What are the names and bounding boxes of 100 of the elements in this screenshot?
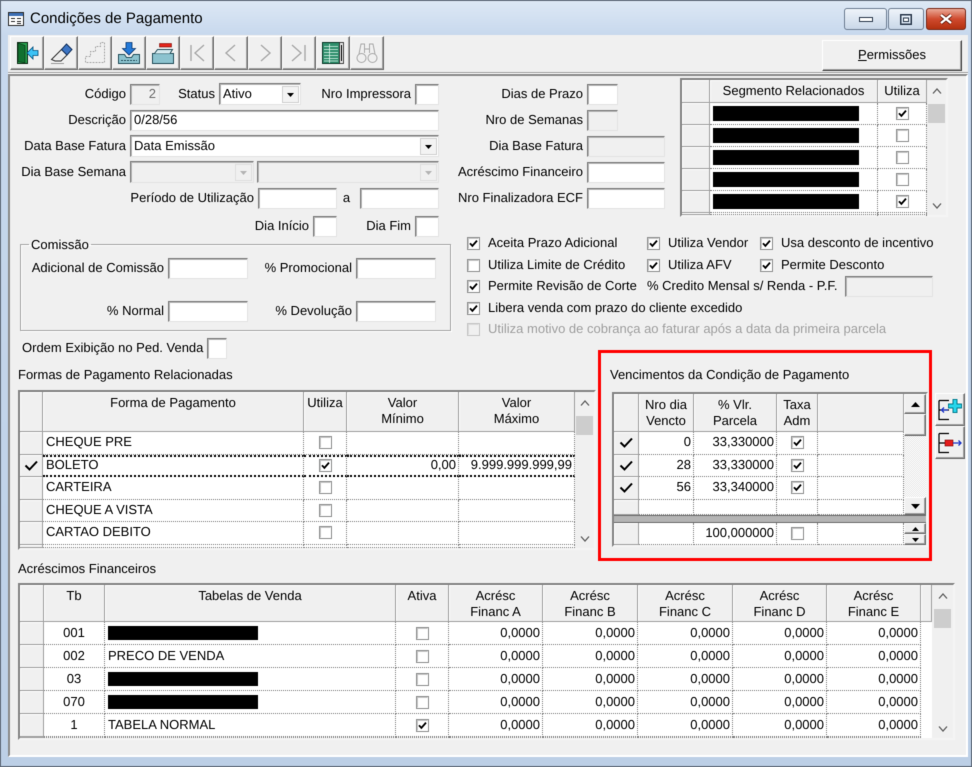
checkbox[interactable]	[318, 504, 332, 517]
column-header: Utiliza	[304, 392, 347, 432]
text-field[interactable]	[587, 188, 665, 208]
scrollbar-thumb[interactable]	[576, 416, 593, 435]
scrollbar[interactable]	[927, 80, 946, 215]
toolbar-button[interactable]	[10, 36, 44, 70]
text-field[interactable]	[356, 258, 436, 279]
checkbox[interactable]	[318, 526, 332, 540]
checkbox[interactable]	[896, 173, 908, 186]
dropdown[interactable]: Ativo	[219, 83, 301, 105]
checkbox[interactable]	[760, 237, 773, 250]
text-field[interactable]	[168, 258, 248, 279]
column-header: Segmento Relacionados	[710, 80, 878, 103]
checkbox[interactable]	[790, 458, 804, 472]
toolbar-button[interactable]	[146, 36, 180, 70]
checkbox[interactable]	[416, 718, 428, 732]
scrollbar[interactable]	[575, 392, 594, 548]
eraser-icon	[49, 41, 73, 65]
minimize-icon	[858, 16, 872, 22]
table-cell: 0,0000	[543, 645, 638, 668]
checkbox[interactable]	[647, 258, 660, 272]
scrollbar[interactable]	[904, 394, 926, 515]
close-icon	[939, 13, 953, 25]
minimize-button[interactable]	[844, 8, 887, 30]
checkbox[interactable]	[416, 626, 428, 640]
text-field[interactable]	[587, 162, 665, 182]
table-cell: 0,0000	[827, 622, 921, 645]
text-field[interactable]	[207, 338, 228, 358]
field-label: Dia Base Semana	[20, 164, 126, 180]
table-cell: 1	[44, 714, 105, 737]
checkbox[interactable]	[467, 237, 480, 250]
scroll-up-button[interactable]	[904, 394, 926, 414]
toolbar-button[interactable]	[316, 36, 350, 70]
dropdown[interactable]: Data Emissão	[130, 135, 439, 157]
checkbox[interactable]	[318, 481, 332, 494]
text-field[interactable]	[360, 188, 439, 208]
column-header	[921, 585, 932, 622]
table-cell: 03	[44, 668, 105, 691]
text-field[interactable]	[415, 216, 439, 236]
checkbox[interactable]	[647, 237, 660, 250]
checkbox[interactable]	[896, 195, 908, 208]
scrollbar[interactable]	[932, 585, 953, 738]
table-cell: 0,0000	[827, 668, 921, 691]
text-field[interactable]	[313, 216, 337, 236]
checkbox[interactable]	[416, 650, 428, 662]
checkbox[interactable]	[416, 696, 428, 708]
maximize-button[interactable]	[888, 8, 924, 30]
table-cell: 0,0000	[638, 622, 733, 645]
checkbox[interactable]	[760, 258, 773, 272]
toolbar-button[interactable]	[44, 36, 78, 70]
text-field[interactable]: 0/28/56	[130, 110, 439, 130]
remove-row-button[interactable]	[935, 426, 965, 459]
checkbox[interactable]	[416, 672, 428, 686]
scroll-down-button[interactable]	[904, 497, 926, 515]
checkbox[interactable]	[790, 436, 804, 450]
table-cell: 0,0000	[449, 714, 543, 737]
field-label: % Promocional	[264, 261, 352, 276]
form-window-icon	[8, 12, 24, 26]
table-cell: 0,0000	[449, 645, 543, 668]
spin-up-button[interactable]	[904, 523, 926, 534]
spin-button[interactable]	[904, 523, 926, 545]
toolbar-button[interactable]	[112, 36, 146, 70]
table-cell: 002	[44, 645, 105, 668]
table-grid-icon	[321, 41, 345, 65]
table-cell: BOLETO	[43, 454, 304, 477]
section-title: Formas de Pagamento Relacionadas	[18, 367, 234, 382]
table-cell: 0,0000	[449, 668, 543, 691]
text-field[interactable]	[587, 84, 618, 104]
text-field[interactable]	[415, 84, 439, 104]
checkbox[interactable]	[467, 258, 480, 272]
close-button[interactable]	[926, 8, 966, 30]
checkbox[interactable]	[467, 302, 480, 315]
table-cell: CHEQUE A VISTA	[43, 500, 304, 522]
permissions-button[interactable]: Permissões	[822, 40, 962, 71]
field-label: Nro de Semanas	[484, 112, 583, 128]
text-field[interactable]	[258, 188, 337, 208]
checkbox-label: Aceita Prazo Adicional	[488, 236, 618, 252]
scrollbar-thumb[interactable]	[904, 414, 926, 436]
range-separator: a	[342, 190, 352, 206]
table-cell: 0,0000	[638, 645, 733, 668]
row-indicator	[20, 668, 44, 691]
checkbox[interactable]	[790, 527, 804, 540]
checkbox[interactable]	[790, 481, 804, 494]
checkbox[interactable]	[318, 436, 332, 450]
checkbox[interactable]	[896, 129, 908, 142]
spin-down-button[interactable]	[904, 534, 926, 545]
text-field[interactable]	[168, 301, 248, 322]
column-header: Acrésc Financ C	[638, 585, 733, 622]
scrollbar-thumb[interactable]	[934, 609, 951, 628]
column-header: Valor Máximo	[459, 392, 575, 432]
scrollbar-thumb[interactable]	[928, 104, 945, 123]
section-title: Vencimentos da Condição de Pagamento	[610, 367, 850, 382]
column-header: Acrésc Financ A	[449, 585, 543, 622]
add-row-button[interactable]	[935, 393, 965, 426]
checkbox[interactable]	[896, 107, 908, 120]
text-field[interactable]	[356, 301, 436, 322]
checkbox[interactable]	[318, 459, 332, 472]
checkbox-label: Libera venda com prazo do cliente excedido	[488, 300, 742, 316]
checkbox[interactable]	[896, 151, 908, 164]
checkbox[interactable]	[467, 280, 480, 294]
